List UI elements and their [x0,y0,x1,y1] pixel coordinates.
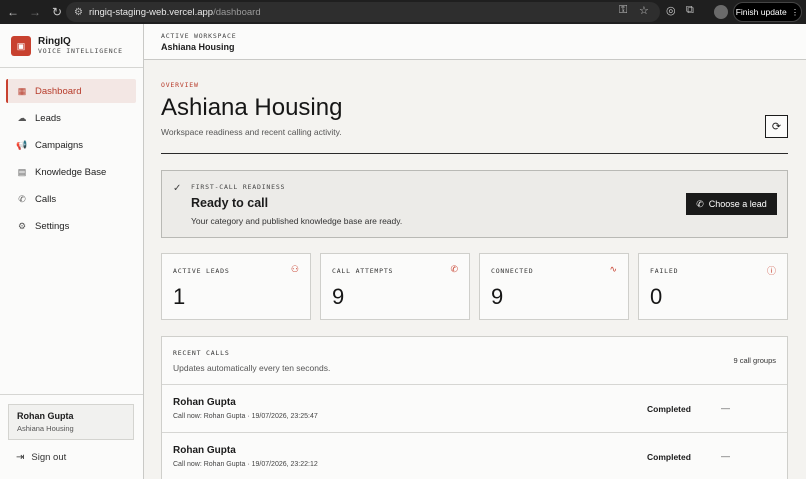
call-contact-name: Rohan Gupta [173,445,236,456]
sidebar-item-label: Dashboard [35,85,82,97]
recent-calls-panel: RECENT CALLS Updates automatically every… [161,336,788,479]
refresh-icon: ⟳ [771,121,782,133]
sidebar-item-settings[interactable]: ⚙ Settings [6,214,136,238]
user-card[interactable]: Rohan Gupta Ashiana Housing [8,404,134,440]
stat-value: 9 [332,284,345,309]
book-icon: ▤ [17,166,27,177]
table-row[interactable]: Rohan Gupta Call now: Rohan Gupta · 19/0… [162,433,787,479]
call-groups-count: 9 call groups [733,356,776,365]
stat-card-call-attempts: CALL ATTEMPTS ✆ 9 [320,253,470,320]
readiness-description: Your category and published knowledge ba… [191,216,403,226]
grid-icon: ▦ [17,85,27,96]
call-extra: — [721,403,730,413]
phone-ringing-icon: ✆ [450,264,458,274]
refresh-button[interactable]: ⟳ [765,115,788,138]
stat-value: 9 [491,284,504,309]
sidebar-item-knowledge-base[interactable]: ▤ Knowledge Base [6,160,136,184]
divider [0,394,143,395]
stat-card-failed: FAILED ⓘ 0 [638,253,788,320]
overview-eyebrow: OVERVIEW [161,81,199,89]
stat-card-connected: CONNECTED ∿ 9 [479,253,629,320]
sidebar: ▣ RingIQ VOICE INTELLIGENCE ▦ Dashboard … [0,24,144,479]
user-name: Rohan Gupta [17,411,74,421]
sidebar-nav: ▦ Dashboard ☁ Leads 📢 Campaigns ▤ Knowle… [6,79,136,241]
workspace-label: ACTIVE WORKSPACE [161,32,237,40]
call-contact-name: Rohan Gupta [173,397,236,408]
recent-calls-label: RECENT CALLS [173,349,230,357]
star-icon[interactable]: ☆ [639,4,649,17]
stat-label: ACTIVE LEADS [173,267,230,275]
reload-icon[interactable]: ↻ [47,5,67,19]
readiness-title: Ready to call [191,196,269,210]
phone-icon: ✆ [18,193,26,204]
call-meta: Call now: Rohan Gupta · 19/07/2026, 23:2… [173,461,318,468]
call-status: Completed [647,452,691,462]
more-vertical-icon: ⋮ [790,6,800,17]
stat-label: FAILED [650,267,679,275]
log-out-icon: ⇥ [16,452,25,463]
users-icon: ⚇ [290,264,299,274]
readiness-banner: ✓ FIRST-CALL READINESS Ready to call You… [161,170,788,238]
sidebar-item-label: Settings [35,220,70,232]
browser-toolbar: ← → ↻ ⚙ ringiq-staging-web.vercel.app/da… [0,0,806,24]
page-title: Ashiana Housing [161,94,343,121]
sidebar-item-label: Campaigns [35,139,84,151]
brand[interactable]: ▣ RingIQ VOICE INTELLIGENCE [11,36,123,56]
url-host: ringiq-staging-web.vercel.app [88,6,214,18]
call-status: Completed [647,404,691,414]
page-subtitle: Workspace readiness and recent calling a… [161,127,342,137]
brand-name: RingIQ [38,36,71,47]
divider [0,67,143,68]
choose-lead-button[interactable]: ✆ Choose a lead [686,193,777,215]
cloud-upload-icon: ☁ [17,112,27,123]
recent-calls-subtitle: Updates automatically every ten seconds. [173,363,331,373]
gear-icon: ⚙ [17,220,27,231]
user-workspace: Ashiana Housing [17,424,74,433]
stat-card-active-leads: ACTIVE LEADS ⚇ 1 [161,253,311,320]
forward-icon[interactable]: → [25,5,45,19]
extension-icon[interactable]: ◎ [666,4,676,17]
stat-value: 0 [650,284,663,309]
sidebar-item-dashboard[interactable]: ▦ Dashboard [6,79,136,103]
check-icon: ✓ [173,183,182,194]
sign-out-button[interactable]: ⇥ Sign out [16,452,66,463]
address-bar[interactable]: ⚙ ringiq-staging-web.vercel.app/dashboar… [66,2,660,22]
back-icon[interactable]: ← [3,5,23,19]
workspace-name: Ashiana Housing [161,42,235,52]
brand-logo-icon: ▣ [11,36,31,56]
workspace-header: ACTIVE WORKSPACE Ashiana Housing [144,24,806,60]
stat-label: CONNECTED [491,267,534,275]
sidebar-item-calls[interactable]: ✆ Calls [6,187,136,211]
sidebar-item-campaigns[interactable]: 📢 Campaigns [6,133,136,157]
finish-update-label: Finish update [735,7,787,17]
stat-value: 1 [173,284,186,309]
table-row[interactable]: Rohan Gupta Call now: Rohan Gupta · 19/0… [162,385,787,432]
choose-lead-label: Choose a lead [708,199,767,209]
profile-avatar[interactable] [714,5,728,19]
sidebar-item-leads[interactable]: ☁ Leads [6,106,136,130]
sidebar-item-label: Leads [35,112,61,124]
url-path: /dashboard [213,6,261,18]
stat-label: CALL ATTEMPTS [332,267,394,275]
sidebar-item-label: Knowledge Base [35,166,107,178]
finish-update-button[interactable]: Finish update ⋮ [733,2,802,22]
megaphone-icon: 📢 [16,139,28,150]
site-settings-icon[interactable]: ⚙ [74,7,83,18]
alert-circle-icon: ⓘ [766,266,776,276]
activity-icon: ∿ [609,264,617,274]
sign-out-label: Sign out [31,452,67,463]
call-meta: Call now: Rohan Gupta · 19/07/2026, 23:2… [173,413,318,420]
key-icon[interactable]: ⚿ [619,4,627,17]
sidebar-item-label: Calls [35,193,57,205]
puzzle-icon[interactable]: ⧉ [686,4,694,17]
phone-icon: ✆ [696,198,704,209]
call-extra: — [721,451,730,461]
divider [161,153,788,154]
readiness-label: FIRST-CALL READINESS [191,183,286,191]
brand-tagline: VOICE INTELLIGENCE [38,47,123,55]
